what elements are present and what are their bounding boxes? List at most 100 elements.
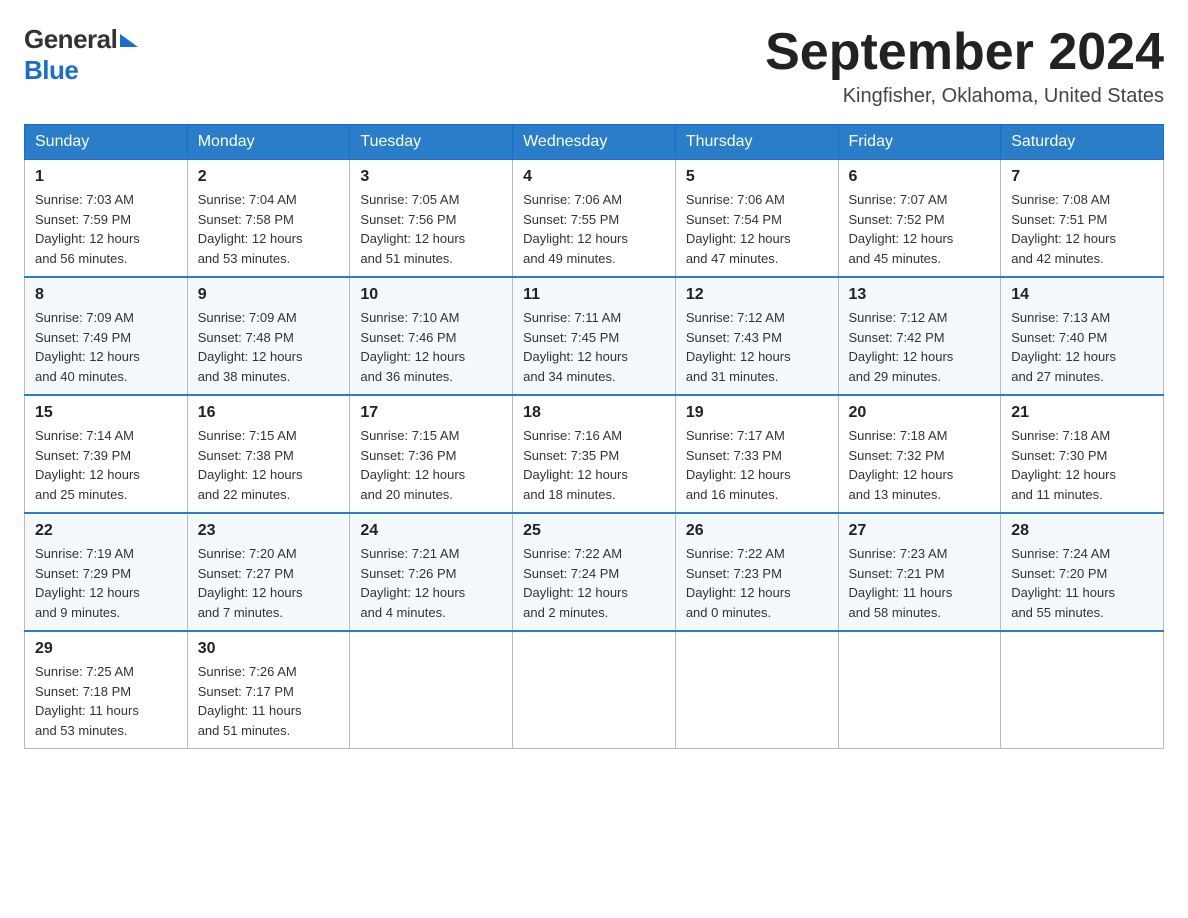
day-number: 10	[360, 286, 502, 304]
calendar-cell: 19Sunrise: 7:17 AMSunset: 7:33 PMDayligh…	[675, 395, 838, 513]
calendar-cell: 9 Sunrise: 7:09 AMSunset: 7:48 PMDaylight…	[187, 277, 350, 395]
day-info: Sunrise: 7:13 AMSunset: 7:40 PMDaylight:…	[1011, 308, 1153, 386]
day-number: 3	[360, 168, 502, 186]
day-info: Sunrise: 7:09 AMSunset: 7:49 PMDaylight:…	[35, 308, 177, 386]
day-info: Sunrise: 7:22 AMSunset: 7:24 PMDaylight:…	[523, 544, 665, 622]
day-number: 28	[1011, 522, 1153, 540]
day-info: Sunrise: 7:03 AMSunset: 7:59 PMDaylight:…	[35, 190, 177, 268]
day-number: 26	[686, 522, 828, 540]
day-number: 15	[35, 404, 177, 422]
calendar-week-row: 1 Sunrise: 7:03 AMSunset: 7:59 PMDaylight…	[25, 160, 1164, 278]
weekday-header-tuesday: Tuesday	[350, 125, 513, 160]
location-text: Kingfisher, Oklahoma, United States	[765, 85, 1164, 108]
weekday-header-monday: Monday	[187, 125, 350, 160]
calendar-cell	[838, 631, 1001, 749]
calendar-cell: 4 Sunrise: 7:06 AMSunset: 7:55 PMDaylight…	[513, 160, 676, 278]
day-info: Sunrise: 7:10 AMSunset: 7:46 PMDaylight:…	[360, 308, 502, 386]
day-number: 7	[1011, 168, 1153, 186]
day-info: Sunrise: 7:08 AMSunset: 7:51 PMDaylight:…	[1011, 190, 1153, 268]
day-info: Sunrise: 7:22 AMSunset: 7:23 PMDaylight:…	[686, 544, 828, 622]
day-info: Sunrise: 7:06 AMSunset: 7:55 PMDaylight:…	[523, 190, 665, 268]
calendar-cell	[675, 631, 838, 749]
calendar-cell: 3 Sunrise: 7:05 AMSunset: 7:56 PMDaylight…	[350, 160, 513, 278]
day-number: 12	[686, 286, 828, 304]
day-info: Sunrise: 7:12 AMSunset: 7:43 PMDaylight:…	[686, 308, 828, 386]
calendar-cell: 7 Sunrise: 7:08 AMSunset: 7:51 PMDaylight…	[1001, 160, 1164, 278]
day-number: 1	[35, 168, 177, 186]
calendar-cell: 29 Sunrise: 7:25 AMSunset: 7:18 PMDayligh…	[25, 631, 188, 749]
calendar-cell: 28 Sunrise: 7:24 AMSunset: 7:20 PMDayligh…	[1001, 513, 1164, 631]
day-info: Sunrise: 7:23 AMSunset: 7:21 PMDaylight:…	[849, 544, 991, 622]
day-number: 20	[849, 404, 991, 422]
calendar-cell: 14 Sunrise: 7:13 AMSunset: 7:40 PMDayligh…	[1001, 277, 1164, 395]
calendar-cell: 10 Sunrise: 7:10 AMSunset: 7:46 PMDayligh…	[350, 277, 513, 395]
calendar-cell	[350, 631, 513, 749]
calendar-week-row: 29 Sunrise: 7:25 AMSunset: 7:18 PMDayligh…	[25, 631, 1164, 749]
day-number: 25	[523, 522, 665, 540]
day-info: Sunrise: 7:20 AMSunset: 7:27 PMDaylight:…	[198, 544, 340, 622]
day-info: Sunrise: 7:21 AMSunset: 7:26 PMDaylight:…	[360, 544, 502, 622]
day-number: 4	[523, 168, 665, 186]
day-info: Sunrise: 7:06 AMSunset: 7:54 PMDaylight:…	[686, 190, 828, 268]
calendar-cell	[513, 631, 676, 749]
day-info: Sunrise: 7:04 AMSunset: 7:58 PMDaylight:…	[198, 190, 340, 268]
calendar-cell: 6Sunrise: 7:07 AMSunset: 7:52 PMDaylight…	[838, 160, 1001, 278]
weekday-header-friday: Friday	[838, 125, 1001, 160]
day-number: 13	[849, 286, 991, 304]
logo-general-text: General	[24, 24, 117, 55]
day-number: 27	[849, 522, 991, 540]
calendar-cell: 15 Sunrise: 7:14 AMSunset: 7:39 PMDayligh…	[25, 395, 188, 513]
month-title: September 2024	[765, 24, 1164, 81]
calendar-cell: 8 Sunrise: 7:09 AMSunset: 7:49 PMDaylight…	[25, 277, 188, 395]
day-info: Sunrise: 7:15 AMSunset: 7:38 PMDaylight:…	[198, 426, 340, 504]
weekday-header-saturday: Saturday	[1001, 125, 1164, 160]
calendar-cell: 22 Sunrise: 7:19 AMSunset: 7:29 PMDayligh…	[25, 513, 188, 631]
calendar-cell: 16 Sunrise: 7:15 AMSunset: 7:38 PMDayligh…	[187, 395, 350, 513]
day-info: Sunrise: 7:17 AMSunset: 7:33 PMDaylight:…	[686, 426, 828, 504]
day-number: 5	[686, 168, 828, 186]
calendar-cell: 18 Sunrise: 7:16 AMSunset: 7:35 PMDayligh…	[513, 395, 676, 513]
day-info: Sunrise: 7:05 AMSunset: 7:56 PMDaylight:…	[360, 190, 502, 268]
calendar-cell: 20 Sunrise: 7:18 AMSunset: 7:32 PMDayligh…	[838, 395, 1001, 513]
calendar-cell: 30Sunrise: 7:26 AMSunset: 7:17 PMDayligh…	[187, 631, 350, 749]
calendar-cell: 17Sunrise: 7:15 AMSunset: 7:36 PMDayligh…	[350, 395, 513, 513]
day-number: 23	[198, 522, 340, 540]
logo-triangle-icon	[120, 34, 138, 47]
day-number: 22	[35, 522, 177, 540]
day-number: 14	[1011, 286, 1153, 304]
day-number: 24	[360, 522, 502, 540]
day-number: 9	[198, 286, 340, 304]
calendar-week-row: 22 Sunrise: 7:19 AMSunset: 7:29 PMDayligh…	[25, 513, 1164, 631]
day-info: Sunrise: 7:25 AMSunset: 7:18 PMDaylight:…	[35, 662, 177, 740]
day-number: 8	[35, 286, 177, 304]
calendar-cell: 12 Sunrise: 7:12 AMSunset: 7:43 PMDayligh…	[675, 277, 838, 395]
logo: General Blue	[24, 24, 138, 86]
calendar-week-row: 15 Sunrise: 7:14 AMSunset: 7:39 PMDayligh…	[25, 395, 1164, 513]
weekday-header-sunday: Sunday	[25, 125, 188, 160]
calendar-cell: 13Sunrise: 7:12 AMSunset: 7:42 PMDayligh…	[838, 277, 1001, 395]
weekday-header-wednesday: Wednesday	[513, 125, 676, 160]
day-info: Sunrise: 7:11 AMSunset: 7:45 PMDaylight:…	[523, 308, 665, 386]
weekday-header-row: SundayMondayTuesdayWednesdayThursdayFrid…	[25, 125, 1164, 160]
day-info: Sunrise: 7:18 AMSunset: 7:30 PMDaylight:…	[1011, 426, 1153, 504]
day-info: Sunrise: 7:14 AMSunset: 7:39 PMDaylight:…	[35, 426, 177, 504]
day-info: Sunrise: 7:09 AMSunset: 7:48 PMDaylight:…	[198, 308, 340, 386]
day-number: 29	[35, 640, 177, 658]
calendar-cell: 25 Sunrise: 7:22 AMSunset: 7:24 PMDayligh…	[513, 513, 676, 631]
logo-blue-text: Blue	[24, 55, 78, 85]
calendar-cell: 24 Sunrise: 7:21 AMSunset: 7:26 PMDayligh…	[350, 513, 513, 631]
day-info: Sunrise: 7:15 AMSunset: 7:36 PMDaylight:…	[360, 426, 502, 504]
day-number: 21	[1011, 404, 1153, 422]
day-number: 18	[523, 404, 665, 422]
calendar-cell: 23 Sunrise: 7:20 AMSunset: 7:27 PMDayligh…	[187, 513, 350, 631]
calendar-cell: 2Sunrise: 7:04 AMSunset: 7:58 PMDaylight…	[187, 160, 350, 278]
day-info: Sunrise: 7:18 AMSunset: 7:32 PMDaylight:…	[849, 426, 991, 504]
calendar-cell: 26 Sunrise: 7:22 AMSunset: 7:23 PMDayligh…	[675, 513, 838, 631]
calendar-cell: 27 Sunrise: 7:23 AMSunset: 7:21 PMDayligh…	[838, 513, 1001, 631]
day-info: Sunrise: 7:19 AMSunset: 7:29 PMDaylight:…	[35, 544, 177, 622]
day-number: 16	[198, 404, 340, 422]
day-info: Sunrise: 7:16 AMSunset: 7:35 PMDaylight:…	[523, 426, 665, 504]
calendar-week-row: 8 Sunrise: 7:09 AMSunset: 7:49 PMDaylight…	[25, 277, 1164, 395]
day-number: 11	[523, 286, 665, 304]
day-info: Sunrise: 7:24 AMSunset: 7:20 PMDaylight:…	[1011, 544, 1153, 622]
